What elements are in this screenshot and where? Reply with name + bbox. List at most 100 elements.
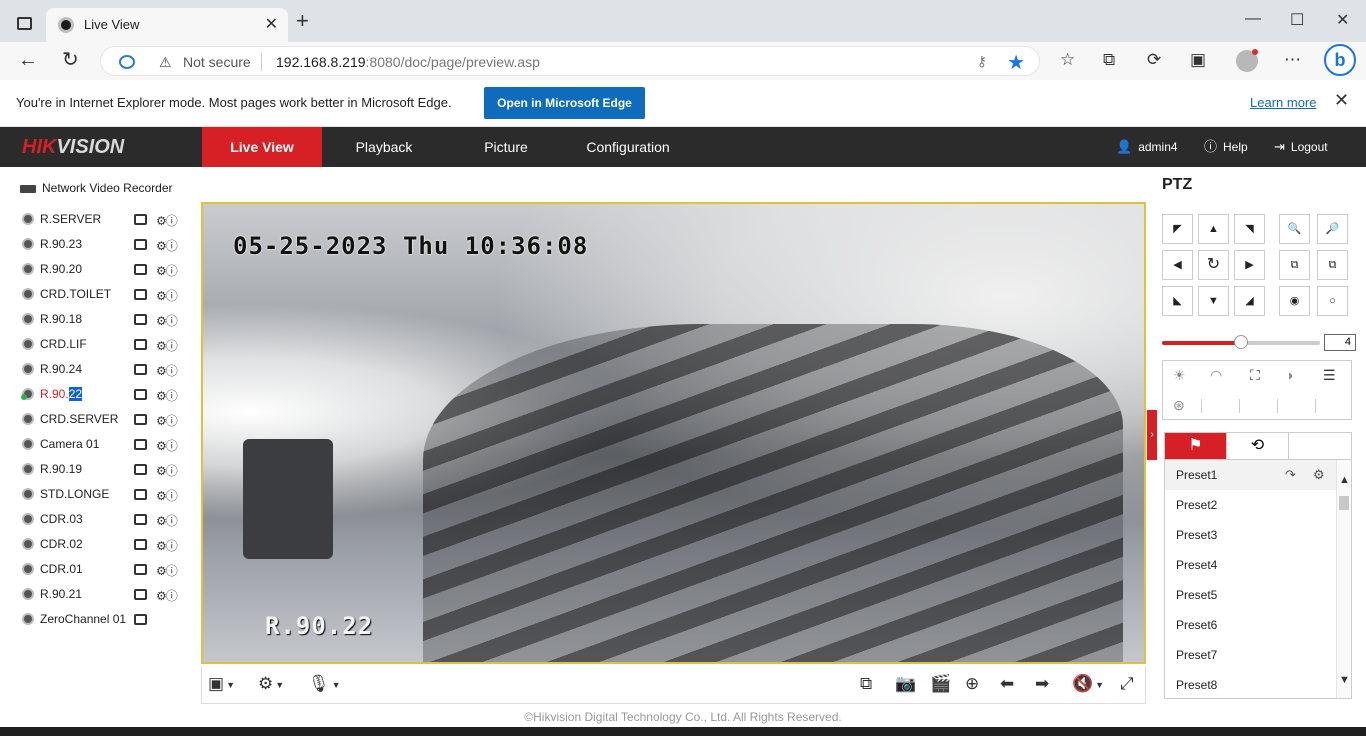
favorites-icon[interactable]: ☆ <box>1060 51 1075 69</box>
record-icon[interactable] <box>134 339 147 350</box>
ptz-up-button[interactable]: ▲ <box>1198 214 1229 244</box>
record-icon[interactable] <box>134 364 147 375</box>
preset-item[interactable]: Preset5 <box>1165 580 1337 610</box>
ptz-left-button[interactable]: ◀ <box>1162 250 1193 280</box>
ptz-up-left-button[interactable]: ◤ <box>1162 214 1193 244</box>
tab-actions-icon[interactable] <box>17 17 32 30</box>
favorite-star-icon[interactable]: ★ <box>1007 50 1025 75</box>
channel-item[interactable]: R.90.23 ⚙ⓘ <box>20 235 180 255</box>
browser-essentials-icon[interactable]: ⟳ <box>1147 51 1161 69</box>
auxiliary-focus-icon[interactable]: ⛶ <box>1250 367 1260 384</box>
zoom-in-icon[interactable]: 🔎 <box>1317 214 1348 244</box>
window-split-icon[interactable]: ▣ ▼ <box>208 674 235 695</box>
collections-icon[interactable]: ⧉ <box>1103 51 1115 69</box>
preset-item[interactable]: Preset3 <box>1165 520 1337 550</box>
window-close-button[interactable]: ✕ <box>1336 10 1349 30</box>
ie-mode-icon[interactable] <box>119 55 135 69</box>
minimize-button[interactable]: — <box>1245 10 1261 28</box>
pattern-tab[interactable] <box>1289 433 1351 459</box>
iris-close-icon[interactable]: ○ <box>1317 286 1348 316</box>
set-preset-gear-icon[interactable]: ⚙ <box>1313 460 1325 490</box>
record-icon[interactable] <box>134 264 147 275</box>
refresh-icon[interactable]: ↻ <box>62 50 79 70</box>
bing-copilot-icon[interactable]: b <box>1324 44 1356 76</box>
record-icon[interactable] <box>134 439 147 450</box>
live-video-window[interactable]: 05-25-2023 Thu 10:36:08 R.90.22 <box>201 202 1146 664</box>
user-menu[interactable]: 👤 admin4 <box>1116 127 1178 167</box>
password-key-icon[interactable]: ⚷ <box>977 53 987 70</box>
iris-open-icon[interactable]: ◉ <box>1279 286 1310 316</box>
preset-item[interactable]: Preset6 <box>1165 610 1337 640</box>
ie-banner-close-icon[interactable]: ✕ <box>1334 90 1349 111</box>
channel-item[interactable]: R.SERVER ⚙ⓘ <box>20 210 180 230</box>
lens-init-icon[interactable]: ◑ <box>1285 367 1293 383</box>
browser-tab[interactable]: Live View ✕ <box>46 8 288 42</box>
ptz-right-button[interactable]: ▶ <box>1234 250 1265 280</box>
ptz-control-icon[interactable]: ⚙ⓘ <box>156 387 178 404</box>
ptz-control-icon[interactable]: ⚙ⓘ <box>156 262 178 279</box>
scroll-down-icon[interactable]: ▼ <box>1339 674 1350 686</box>
menu-lines-icon[interactable]: ☰ <box>1323 367 1336 384</box>
ptz-speed-handle[interactable] <box>1234 335 1248 349</box>
nav-live-view[interactable]: Live View <box>202 127 322 167</box>
record-clip-icon[interactable]: 🎬 <box>930 674 951 694</box>
channel-item[interactable]: Camera 01 ⚙ⓘ <box>20 435 180 455</box>
preset-tab-flag-icon[interactable]: ⚑ <box>1165 433 1227 459</box>
ptz-control-icon[interactable]: ⚙ⓘ <box>156 287 178 304</box>
manual-tracking-icon[interactable]: ⊛ <box>1173 397 1185 414</box>
zoom-out-icon[interactable]: 🔍 <box>1279 214 1310 244</box>
auto-scan-icon[interactable]: ↻ <box>1198 250 1229 280</box>
channel-item[interactable]: R.90.19 ⚙ⓘ <box>20 460 180 480</box>
capture-camera-icon[interactable]: 📷 <box>895 674 916 694</box>
channel-item[interactable]: CDR.03 ⚙ⓘ <box>20 510 180 530</box>
security-status[interactable]: Not secure <box>183 54 251 70</box>
record-icon[interactable] <box>134 464 147 475</box>
ptz-down-right-button[interactable]: ◢ <box>1234 286 1265 316</box>
ptz-speed-slider[interactable] <box>1162 335 1320 349</box>
light-icon[interactable]: ☀ <box>1173 367 1186 384</box>
record-icon[interactable] <box>134 289 147 300</box>
more-menu-icon[interactable]: ⋯ <box>1284 51 1301 69</box>
ptz-control-icon[interactable]: ⚙ⓘ <box>156 537 178 554</box>
preset-item[interactable]: Preset4 <box>1165 550 1337 580</box>
record-icon[interactable] <box>134 514 147 525</box>
ptz-control-icon[interactable]: ⚙ⓘ <box>156 237 178 254</box>
channel-item[interactable]: CRD.SERVER ⚙ⓘ <box>20 410 180 430</box>
new-tab-button[interactable]: + <box>296 10 309 32</box>
channel-item[interactable]: ZeroChannel 01 <box>20 610 180 630</box>
previous-page-icon[interactable]: ⬅ <box>1000 674 1014 694</box>
ptz-control-icon[interactable]: ⚙ⓘ <box>156 437 178 454</box>
channel-item[interactable]: R.90.18 ⚙ⓘ <box>20 310 180 330</box>
ptz-down-button[interactable]: ▼ <box>1198 286 1229 316</box>
preset-item[interactable]: Preset2 <box>1165 490 1337 520</box>
open-in-edge-button[interactable]: Open in Microsoft Edge <box>484 87 645 119</box>
preset-item[interactable]: Preset7 <box>1165 640 1337 670</box>
record-icon[interactable] <box>134 564 147 575</box>
focus-near-icon[interactable]: ⧉ <box>1279 250 1310 280</box>
url-field[interactable]: ⚠ Not secure 192.168.8.219:8080/doc/page… <box>100 46 1040 76</box>
wiper-icon[interactable]: ◠ <box>1210 367 1222 384</box>
stop-all-icon[interactable]: ⧉ <box>860 674 872 694</box>
ptz-control-icon[interactable]: ⚙ⓘ <box>156 312 178 329</box>
back-arrow-icon[interactable]: ← <box>18 50 38 70</box>
maximize-button[interactable]: ☐ <box>1290 10 1304 30</box>
nav-playback[interactable]: Playback <box>324 127 444 167</box>
nvr-root-node[interactable]: Network Video Recorder <box>20 181 173 195</box>
digital-zoom-icon[interactable]: ⊕ <box>965 674 979 694</box>
focus-far-icon[interactable]: ⧉ <box>1317 250 1348 280</box>
ptz-control-icon[interactable]: ⚙ⓘ <box>156 412 178 429</box>
microphone-icon[interactable]: 🎙 ▼ <box>308 674 341 695</box>
ptz-down-left-button[interactable]: ◣ <box>1162 286 1193 316</box>
call-preset-icon[interactable]: ↷ <box>1285 460 1296 490</box>
record-icon[interactable] <box>134 614 147 625</box>
logout-link[interactable]: ⇥ Logout <box>1274 127 1328 167</box>
channel-item[interactable]: STD.LONGE ⚙ⓘ <box>20 485 180 505</box>
ptz-control-icon[interactable]: ⚙ⓘ <box>156 462 178 479</box>
patrol-tab-icon[interactable]: ⟲ <box>1227 433 1289 459</box>
channel-item[interactable]: CRD.LIF ⚙ⓘ <box>20 335 180 355</box>
ptz-speed-value[interactable]: 4 <box>1324 334 1356 351</box>
record-icon[interactable] <box>134 239 147 250</box>
help-link[interactable]: ⓘ Help <box>1204 127 1248 167</box>
scroll-up-icon[interactable]: ▲ <box>1339 474 1350 486</box>
fullscreen-icon[interactable]: ⤢ <box>1120 674 1134 694</box>
